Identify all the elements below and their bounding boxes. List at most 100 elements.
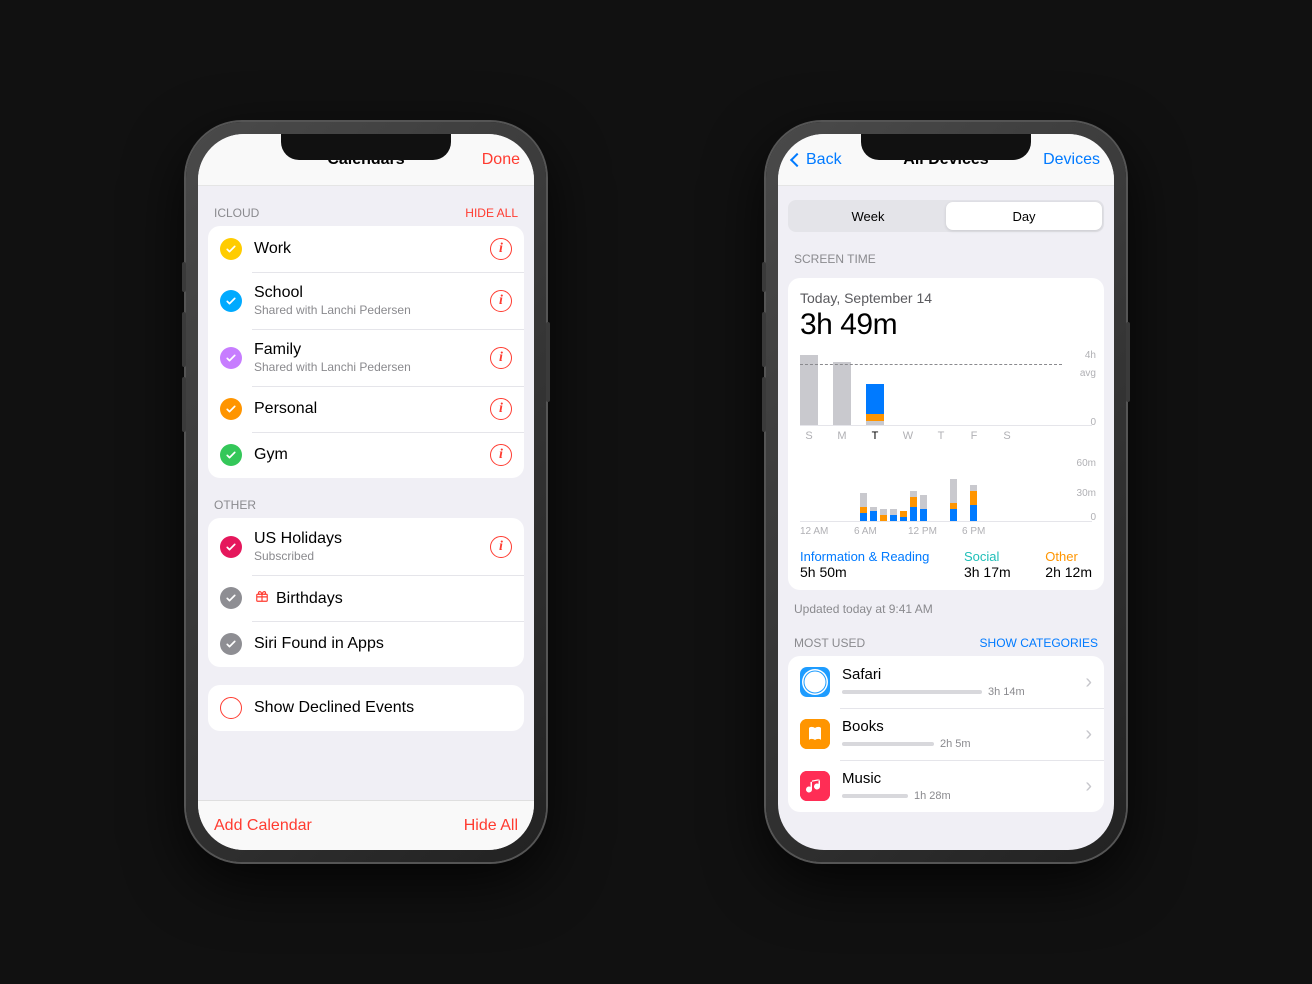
show-categories-link[interactable]: SHOW CATEGORIES xyxy=(980,636,1098,650)
info-icon[interactable]: i xyxy=(490,290,512,312)
calendar-row[interactable]: US HolidaysSubscribedi xyxy=(208,518,524,575)
category-legend: Information & Reading5h 50m Social3h 17m O… xyxy=(800,549,1092,580)
seg-day[interactable]: Day xyxy=(946,202,1102,230)
power-button xyxy=(546,322,550,402)
calendar-row[interactable]: Siri Found in Apps xyxy=(208,621,524,667)
app-name: Music xyxy=(842,770,1085,787)
legend-item[interactable]: Information & Reading5h 50m xyxy=(800,549,929,580)
done-button[interactable]: Done xyxy=(482,151,520,169)
screentime-screen: Back All Devices Devices Week Day SCREEN… xyxy=(778,134,1114,850)
calendar-label: Work xyxy=(254,240,490,258)
legend-time: 5h 50m xyxy=(800,564,929,580)
calendar-text: Siri Found in Apps xyxy=(254,635,512,653)
week-bar[interactable] xyxy=(866,384,884,425)
iphone-frame-screentime: Back All Devices Devices Week Day SCREEN… xyxy=(766,122,1126,862)
other-section-header: OTHER xyxy=(198,478,534,518)
checkmark-icon xyxy=(220,587,242,609)
app-icon xyxy=(800,667,830,697)
legend-name: Other xyxy=(1045,549,1092,564)
checkmark-icon xyxy=(220,398,242,420)
hide-all-button[interactable]: Hide All xyxy=(464,817,518,835)
hour-bar[interactable] xyxy=(920,495,927,521)
app-row[interactable]: Music1h 28m› xyxy=(788,760,1104,812)
info-icon[interactable]: i xyxy=(490,398,512,420)
radio-empty-icon xyxy=(220,697,242,719)
back-button[interactable]: Back xyxy=(792,151,842,169)
most-used-label: MOST USED xyxy=(794,636,865,650)
hour-bar[interactable] xyxy=(910,491,917,521)
calendar-text: Personal xyxy=(254,400,490,418)
app-name: Safari xyxy=(842,666,1085,683)
devices-button[interactable]: Devices xyxy=(1043,151,1100,169)
app-row[interactable]: Books2h 5m› xyxy=(788,708,1104,760)
app-text: Music 1h 28m xyxy=(842,770,1085,802)
hour-bar[interactable] xyxy=(900,511,907,521)
most-used-header: MOST USED SHOW CATEGORIES xyxy=(778,616,1114,656)
info-icon[interactable]: i xyxy=(490,536,512,558)
calendar-text: Gym xyxy=(254,446,490,464)
hour-y-top: 60m xyxy=(1077,458,1096,469)
app-duration: 2h 5m xyxy=(940,738,971,750)
week-day-label: T xyxy=(866,430,884,442)
hour-bar[interactable] xyxy=(860,493,867,521)
legend-name: Information & Reading xyxy=(800,549,929,564)
calendar-row[interactable]: Birthdays xyxy=(208,575,524,621)
mute-switch xyxy=(762,262,766,292)
seg-week[interactable]: Week xyxy=(790,202,946,230)
checkmark-icon xyxy=(220,536,242,558)
app-row[interactable]: Safari3h 14m› xyxy=(788,656,1104,708)
icloud-section-header: ICLOUD HIDE ALL xyxy=(198,186,534,226)
week-bar[interactable] xyxy=(833,362,851,425)
calendar-row[interactable]: Gymi xyxy=(208,432,524,478)
volume-up xyxy=(762,312,766,367)
info-icon[interactable]: i xyxy=(490,347,512,369)
hour-bar[interactable] xyxy=(870,507,877,521)
calendar-label: Gym xyxy=(254,446,490,464)
calendar-row[interactable]: Personali xyxy=(208,386,524,432)
chevron-left-icon xyxy=(790,152,804,166)
app-duration: 3h 14m xyxy=(988,686,1025,698)
week-bar[interactable] xyxy=(800,355,818,425)
hour-x-label: 6 AM xyxy=(854,526,908,537)
iphone-frame-calendars: Calendars Done ICLOUD HIDE ALL WorkiScho… xyxy=(186,122,546,862)
calendar-label: Family xyxy=(254,341,490,359)
hour-bar[interactable] xyxy=(880,509,887,521)
week-day-segmented[interactable]: Week Day xyxy=(788,200,1104,232)
show-declined-events-row[interactable]: Show Declined Events xyxy=(208,685,524,731)
app-duration: 1h 28m xyxy=(914,790,951,802)
show-declined-label: Show Declined Events xyxy=(254,699,512,717)
calendar-row[interactable]: SchoolShared with Lanchi Pederseni xyxy=(208,272,524,329)
calendar-label: Personal xyxy=(254,400,490,418)
add-calendar-button[interactable]: Add Calendar xyxy=(214,817,312,835)
hour-bar[interactable] xyxy=(970,485,977,521)
calendar-text: FamilyShared with Lanchi Pedersen xyxy=(254,341,490,374)
calendars-content: ICLOUD HIDE ALL WorkiSchoolShared with L… xyxy=(198,186,534,850)
legend-item[interactable]: Other2h 12m xyxy=(1045,549,1092,580)
week-day-label: W xyxy=(899,430,917,442)
chevron-right-icon: › xyxy=(1085,723,1092,746)
calendar-row[interactable]: Worki xyxy=(208,226,524,272)
legend-item[interactable]: Social3h 17m xyxy=(964,549,1011,580)
mute-switch xyxy=(182,262,186,292)
screentime-total: 3h 49m xyxy=(800,308,1092,342)
hour-x-label: 12 PM xyxy=(908,526,962,537)
power-button xyxy=(1126,322,1130,402)
calendar-sublabel: Subscribed xyxy=(254,549,490,563)
calendar-row[interactable]: FamilyShared with Lanchi Pederseni xyxy=(208,329,524,386)
app-bar-row: 2h 5m xyxy=(842,738,1085,750)
screentime-card: Today, September 14 3h 49m 4h avg 0 SMTW… xyxy=(788,278,1104,590)
hour-bar[interactable] xyxy=(890,509,897,521)
hide-all-link[interactable]: HIDE ALL xyxy=(465,206,518,220)
hour-bar[interactable] xyxy=(950,479,957,521)
info-icon[interactable]: i xyxy=(490,444,512,466)
calendar-label: School xyxy=(254,284,490,302)
calendar-text: US HolidaysSubscribed xyxy=(254,530,490,563)
notch xyxy=(281,134,451,160)
hour-x-labels: 12 AM6 AM12 PM6 PM xyxy=(800,526,1092,537)
app-usage-bar xyxy=(842,742,934,746)
info-icon[interactable]: i xyxy=(490,238,512,260)
declined-card: Show Declined Events xyxy=(208,685,524,731)
volume-down xyxy=(182,377,186,432)
hour-y-mid: 30m xyxy=(1077,488,1096,499)
other-calendar-list: US HolidaysSubscribediBirthdaysSiri Foun… xyxy=(208,518,524,667)
